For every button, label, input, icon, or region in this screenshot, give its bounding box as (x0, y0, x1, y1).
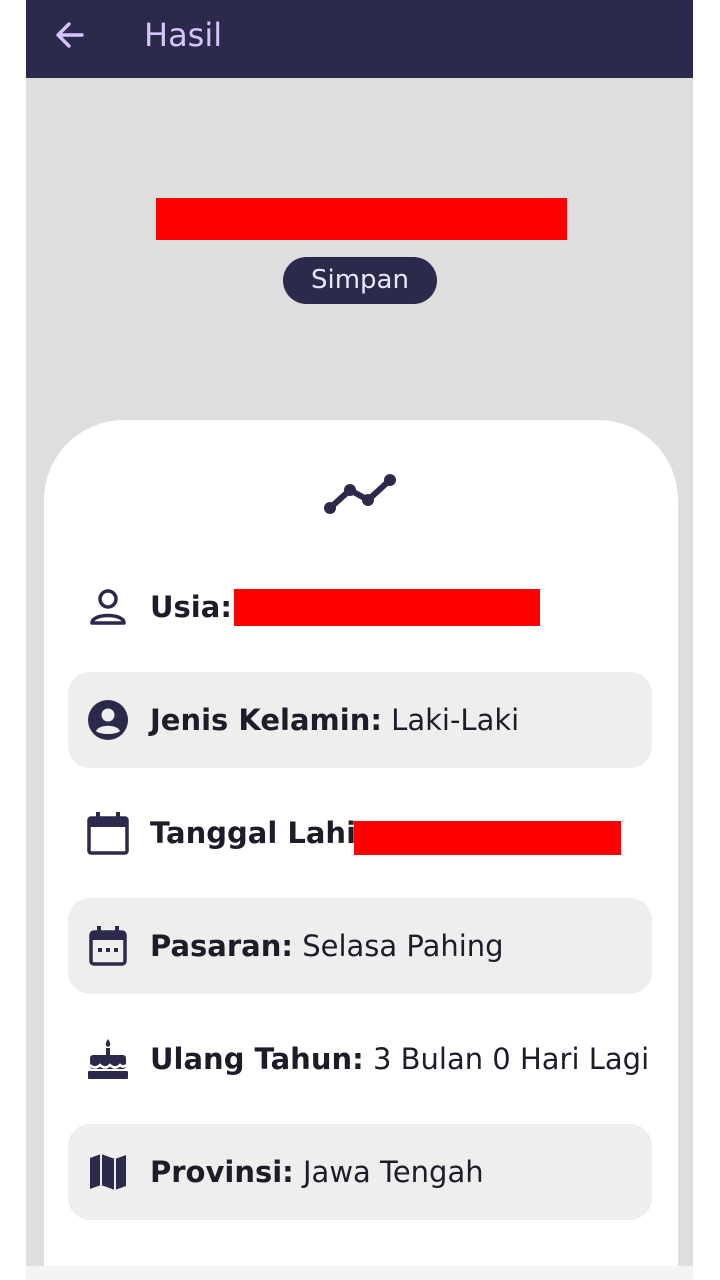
info-row-tanggal-lahir: Tanggal Lahir: 1 (68, 785, 652, 881)
map-icon (90, 1154, 126, 1190)
back-button[interactable] (50, 15, 90, 55)
redaction-bar (234, 589, 540, 626)
info-row-text: Pasaran: Selasa Pahing (150, 898, 504, 994)
info-label: Usia: (150, 590, 232, 624)
info-value: 3 Bulan 0 Hari Lagi (372, 1042, 650, 1076)
person-outline-icon (90, 589, 126, 625)
info-row-usia: Usia: 1 (68, 559, 652, 655)
app-bar: Hasil (26, 0, 693, 78)
result-card: Usia: 1 Jenis Kelamin: Laki-Laki (44, 420, 678, 1280)
info-value: Laki-Laki (391, 703, 520, 737)
info-value: Selasa Pahing (302, 929, 504, 963)
save-button[interactable]: Simpan (283, 257, 437, 304)
trend-line-icon (324, 474, 396, 514)
bottom-edge (26, 1266, 693, 1280)
info-value: Jawa Tengah (303, 1155, 484, 1189)
id-number: 3302131501010000 (156, 195, 567, 241)
cake-icon (88, 1039, 128, 1079)
info-label: Provinsi: (150, 1155, 294, 1189)
info-label: Pasaran: (150, 929, 293, 963)
info-row-jenis-kelamin: Jenis Kelamin: Laki-Laki (68, 672, 652, 768)
info-row-provinsi: Provinsi: Jawa Tengah (68, 1124, 652, 1220)
info-label: Ulang Tahun: (150, 1042, 364, 1076)
calendar-icon (87, 812, 129, 855)
account-circle-icon (88, 700, 128, 740)
calendar-dots-icon (89, 926, 127, 966)
redaction-bar (156, 198, 567, 240)
info-label: Tanggal Lahir: (150, 816, 382, 850)
redaction-bar (354, 821, 621, 855)
info-row-ulang-tahun: Ulang Tahun: 3 Bulan 0 Hari Lagi (68, 1011, 652, 1107)
app-screen: Hasil 3302131501010000 Simpan Usia: 1 (26, 0, 693, 1280)
info-label: Jenis Kelamin: (150, 703, 382, 737)
arrow-left-icon (56, 22, 84, 48)
info-row-text: Provinsi: Jawa Tengah (150, 1124, 484, 1220)
info-row-pasaran: Pasaran: Selasa Pahing (68, 898, 652, 994)
page-title: Hasil (144, 16, 223, 54)
info-row-text: Jenis Kelamin: Laki-Laki (150, 672, 519, 768)
info-row-text: Ulang Tahun: 3 Bulan 0 Hari Lagi (150, 1011, 649, 1107)
